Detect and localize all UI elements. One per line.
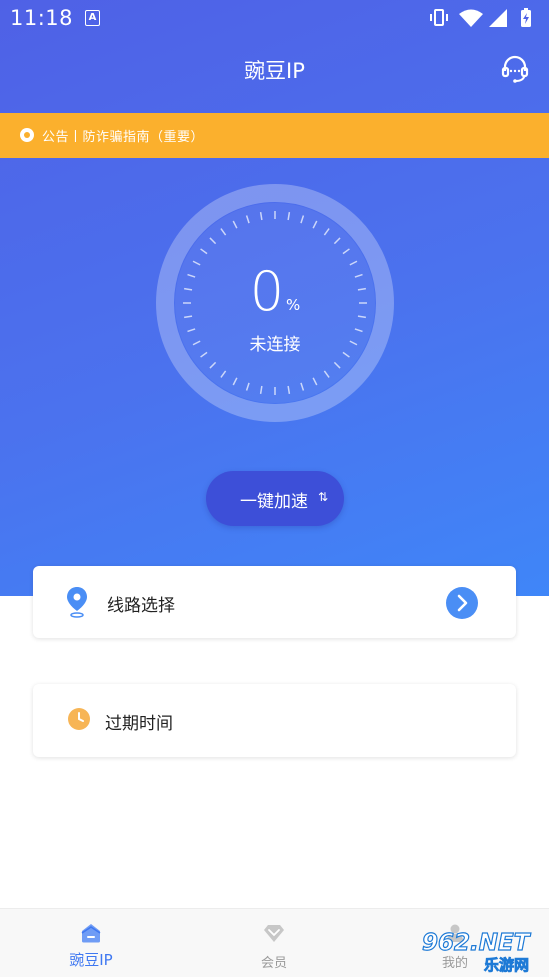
gauge-value: 0% (155, 262, 395, 322)
accelerate-label: 一键加速 (240, 492, 308, 512)
status-time: 11:18 (10, 6, 74, 30)
chevron-right-icon (457, 594, 468, 612)
one-click-accelerate-button[interactable]: 一键加速 ⇅ (206, 471, 344, 526)
gauge-number: 0 (249, 260, 285, 323)
route-select-label: 线路选择 (107, 596, 175, 616)
keyboard-a-icon: A (85, 10, 100, 26)
signal-icon (489, 9, 507, 27)
notice-bar[interactable]: 公告丨防诈骗指南（重要） (0, 113, 549, 158)
watermark-sub: 乐游网 (484, 956, 529, 974)
status-bar: 11:18 A (0, 0, 549, 38)
watermark-962-logo: 962.NET 乐游网 (421, 929, 532, 974)
connection-status: 未连接 (249, 335, 301, 355)
app-title: 豌豆IP (244, 59, 305, 83)
expire-time-label: 过期时间 (105, 714, 173, 734)
expire-time-card[interactable]: 过期时间 (33, 684, 516, 757)
notice-text[interactable]: 公告丨防诈骗指南（重要） (42, 126, 204, 145)
location-pin-icon (67, 587, 87, 618)
nav-item-vip[interactable]: 会员 (214, 909, 334, 977)
status-icons (430, 8, 531, 27)
diamond-icon (264, 925, 284, 942)
home-icon (81, 924, 101, 943)
gauge-unit: % (286, 296, 301, 314)
vibrate-icon (430, 9, 448, 26)
notice-dot-icon (20, 128, 34, 142)
wifi-icon (459, 9, 483, 27)
nav-label-vip: 会员 (260, 956, 287, 971)
route-chevron-button[interactable] (446, 587, 478, 619)
headset-support-icon[interactable] (500, 54, 530, 84)
clock-icon (68, 708, 90, 730)
swap-arrows-icon: ⇅ (318, 490, 329, 504)
nav-label-home: 豌豆IP (69, 951, 113, 969)
nav-item-home[interactable]: 豌豆IP (31, 909, 151, 977)
battery-icon (521, 8, 531, 27)
route-select-card[interactable]: 线路选择 (33, 566, 516, 638)
watermark-brand: 962.NET (422, 930, 532, 956)
